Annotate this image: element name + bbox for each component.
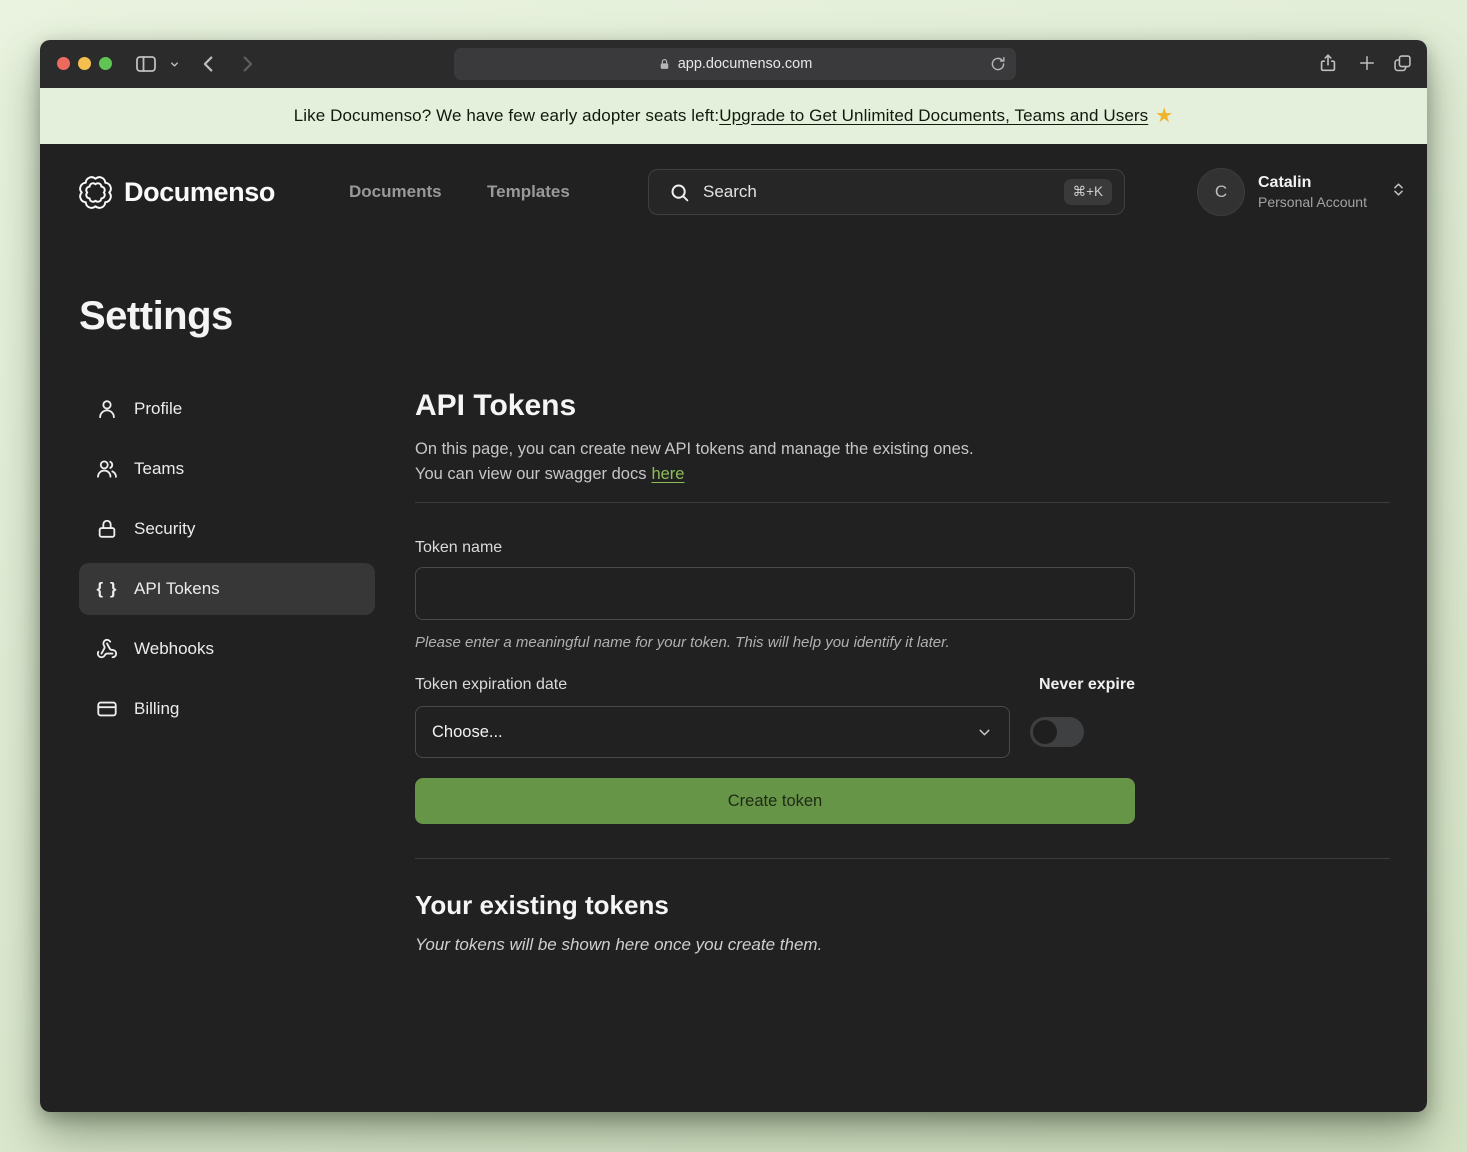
page-title: Settings	[79, 294, 233, 339]
sidebar-item-label: API Tokens	[134, 579, 220, 599]
back-button[interactable]	[198, 53, 220, 75]
lock-icon	[96, 518, 118, 540]
expiration-label: Token expiration date	[415, 676, 567, 694]
token-name-input[interactable]	[415, 567, 1135, 620]
minimize-window-button[interactable]	[78, 57, 91, 70]
search-bar[interactable]: ⌘+K	[648, 169, 1125, 215]
description-line-1: On this page, you can create new API tok…	[415, 440, 974, 458]
app-header: Documenso Documents Templates ⌘+K C Cata…	[40, 144, 1427, 240]
sidebar-item-security[interactable]: Security	[79, 503, 375, 555]
documenso-app: Documenso Documents Templates ⌘+K C Cata…	[40, 144, 1427, 1112]
documenso-seal-icon	[79, 176, 112, 209]
search-input[interactable]	[703, 182, 1051, 202]
never-expire-label: Never expire	[1039, 676, 1135, 694]
share-icon[interactable]	[1317, 52, 1339, 74]
token-name-label: Token name	[415, 539, 1390, 557]
zoom-window-button[interactable]	[99, 57, 112, 70]
section-title: API Tokens	[415, 388, 1390, 424]
expiration-value: Choose...	[432, 723, 503, 742]
account-type: Personal Account	[1258, 193, 1367, 211]
sidebar-item-profile[interactable]: Profile	[79, 383, 375, 435]
safari-window: app.documenso.com Like Documenso? We hav…	[40, 40, 1427, 1112]
search-shortcut-badge: ⌘+K	[1064, 179, 1112, 205]
divider	[415, 502, 1390, 503]
avatar: C	[1197, 168, 1245, 216]
sidebar-item-label: Webhooks	[134, 639, 214, 659]
star-icon: ★	[1155, 106, 1173, 126]
chevrons-up-down-icon	[1390, 181, 1407, 203]
lock-icon	[658, 58, 671, 71]
toggle-knob	[1033, 720, 1057, 744]
settings-sidebar: Profile Teams Security { } API Tokens We…	[79, 383, 375, 743]
promo-banner: Like Documenso? We have few early adopte…	[40, 88, 1427, 144]
description-line-2: You can view our swagger docs	[415, 465, 646, 483]
sidebar-item-label: Billing	[134, 699, 179, 719]
address-bar[interactable]: app.documenso.com	[454, 48, 1016, 80]
new-tab-icon[interactable]	[1357, 53, 1377, 73]
url-text: app.documenso.com	[678, 56, 813, 72]
close-window-button[interactable]	[57, 57, 70, 70]
forward-button[interactable]	[236, 53, 258, 75]
webhook-icon	[96, 638, 118, 660]
credit-card-icon	[96, 698, 118, 720]
api-tokens-panel: API Tokens On this page, you can create …	[415, 388, 1390, 955]
user-name: Catalin	[1258, 173, 1367, 193]
traffic-lights	[57, 57, 112, 70]
tab-overview-icon[interactable]	[1392, 53, 1413, 74]
token-name-help: Please enter a meaningful name for your …	[415, 634, 1390, 652]
existing-tokens-title: Your existing tokens	[415, 889, 1390, 921]
nav-documents[interactable]: Documents	[349, 144, 442, 240]
divider	[415, 858, 1390, 859]
chevron-down-icon	[976, 724, 993, 741]
braces-icon: { }	[96, 579, 118, 599]
brand-name: Documenso	[124, 177, 275, 208]
expiration-select[interactable]: Choose...	[415, 706, 1010, 758]
nav-templates[interactable]: Templates	[487, 144, 570, 240]
users-icon	[96, 458, 118, 480]
sidebar-item-teams[interactable]: Teams	[79, 443, 375, 495]
chevron-down-icon[interactable]	[169, 59, 180, 70]
sidebar-item-billing[interactable]: Billing	[79, 683, 375, 735]
user-icon	[96, 398, 118, 420]
sidebar-item-label: Teams	[134, 459, 184, 479]
refresh-icon[interactable]	[989, 55, 1007, 77]
search-icon	[669, 182, 690, 203]
never-expire-toggle[interactable]	[1030, 717, 1084, 747]
sidebar-toggle-icon[interactable]	[134, 52, 158, 76]
sidebar-item-webhooks[interactable]: Webhooks	[79, 623, 375, 675]
section-description: On this page, you can create new API tok…	[415, 437, 1390, 487]
create-token-button[interactable]: Create token	[415, 778, 1135, 824]
banner-text: Like Documenso? We have few early adopte…	[294, 106, 720, 126]
browser-toolbar: app.documenso.com	[40, 40, 1427, 88]
swagger-docs-link[interactable]: here	[651, 465, 684, 483]
sidebar-item-api-tokens[interactable]: { } API Tokens	[79, 563, 375, 615]
sidebar-item-label: Security	[134, 519, 195, 539]
sidebar-item-label: Profile	[134, 399, 182, 419]
account-menu[interactable]: C Catalin Personal Account	[1197, 144, 1407, 240]
brand-logo[interactable]: Documenso	[79, 144, 275, 240]
existing-tokens-empty-text: Your tokens will be shown here once you …	[415, 935, 1390, 955]
upgrade-link[interactable]: Upgrade to Get Unlimited Documents, Team…	[719, 106, 1148, 126]
